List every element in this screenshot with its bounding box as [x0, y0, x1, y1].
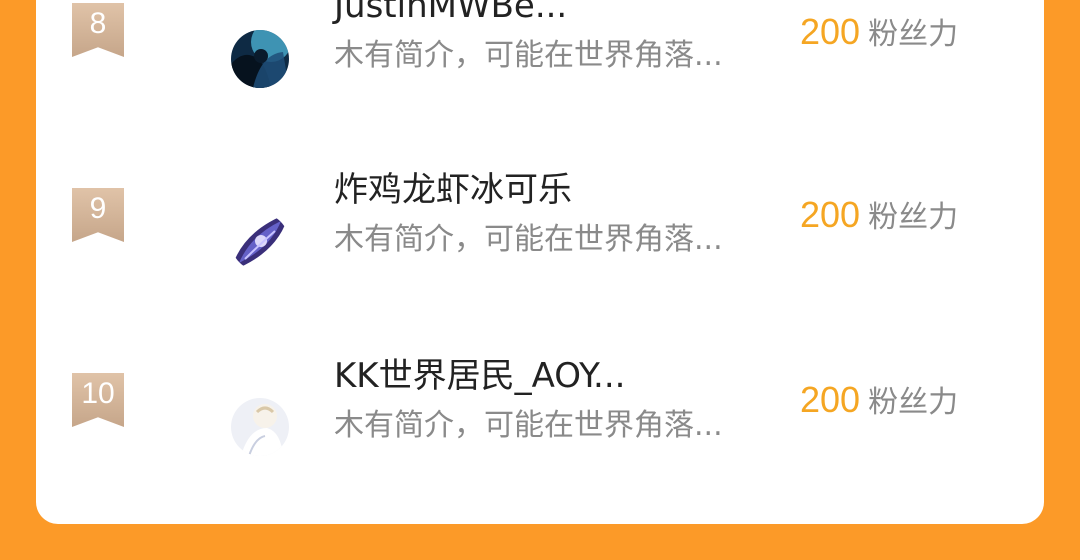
user-description: 木有简介，可能在世界角落... — [334, 38, 723, 73]
user-avatar[interactable] — [231, 30, 289, 88]
user-name[interactable]: KK世界居民_AOY... — [334, 356, 625, 396]
user-description: 木有简介，可能在世界角落... — [334, 222, 723, 257]
rank-number: 8 — [89, 7, 107, 40]
fans-power: 200 粉丝力 — [800, 380, 958, 427]
ranking-row[interactable]: 8 JustinMWBe... 木有简介，可能在世界角落... 200 粉丝力 — [36, 0, 1044, 106]
ranking-row[interactable]: 10 KK世界居民_AOY... 木有简介，可能在世界角落... 200 粉丝力 — [36, 356, 1044, 476]
rank-number: 9 — [89, 192, 107, 225]
ranking-row[interactable]: 9 炸鸡龙虾冰可乐 木有简介，可能在世界角落... 200 粉丝力 — [36, 170, 1044, 290]
rank-badge-icon: 10 — [72, 373, 124, 427]
fans-power: 200 粉丝力 — [800, 195, 958, 242]
fans-power-value: 200 — [800, 379, 861, 420]
fans-power-label: 粉丝力 — [868, 200, 959, 235]
ranking-card: 8 JustinMWBe... 木有简介，可能在世界角落... 200 粉丝力 9 — [36, 0, 1044, 524]
rank-number: 10 — [81, 377, 115, 410]
fans-power-value: 200 — [800, 194, 861, 235]
rank-badge-icon: 8 — [72, 3, 124, 57]
rank-badge-icon: 9 — [72, 188, 124, 242]
fans-power-label: 粉丝力 — [868, 385, 959, 420]
fans-power: 200 粉丝力 — [800, 12, 958, 59]
user-name[interactable]: 炸鸡龙虾冰可乐 — [334, 170, 572, 210]
user-name[interactable]: JustinMWBe... — [334, 0, 567, 26]
user-avatar[interactable] — [231, 213, 289, 271]
fans-power-label: 粉丝力 — [868, 17, 959, 52]
fans-power-value: 200 — [800, 11, 861, 52]
user-avatar[interactable] — [231, 398, 289, 456]
user-description: 木有简介，可能在世界角落... — [334, 408, 723, 443]
